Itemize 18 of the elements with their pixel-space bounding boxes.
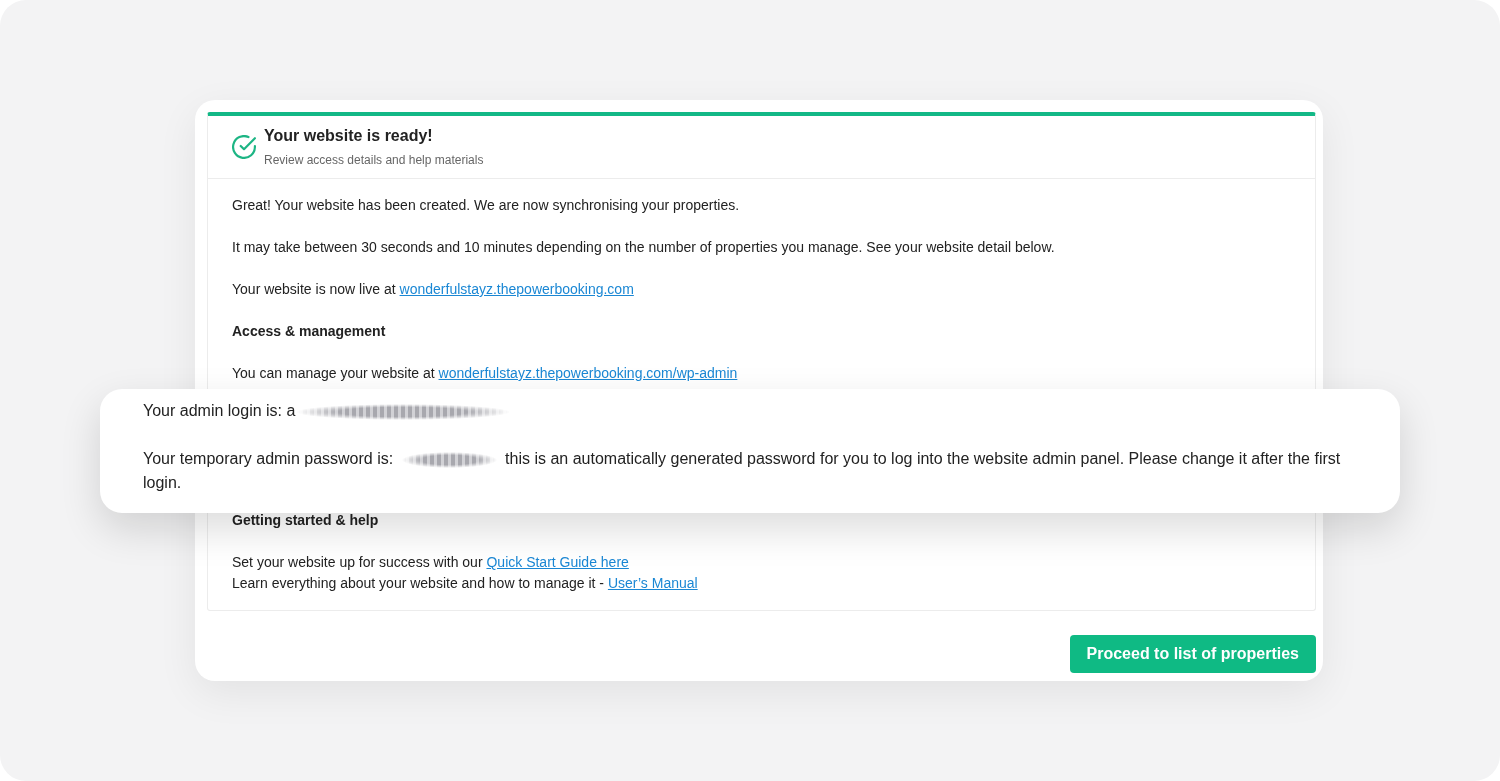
text-link[interactable]: wonderfulstayz.thepowerbooking.com	[399, 281, 634, 297]
text-link[interactable]: User’s Manual	[607, 575, 698, 591]
paragraph-text: Set your website up for success with our Quick Start Guide here	[232, 553, 630, 572]
paragraph-text: It may take between 30 seconds and 10 minutes depending on the number of properties you manage. See your website detail below.	[232, 238, 1056, 257]
text-link[interactable]: Quick Start Guide here	[486, 554, 629, 570]
login-label: Your admin login is: a	[143, 402, 296, 419]
section-heading: Access & management	[232, 322, 387, 341]
paragraph-text: Learn everything about your website and how to manage it - User’s Manual	[232, 574, 699, 593]
section-heading: Getting started & help	[232, 511, 380, 530]
dialog-subtitle: Review access details and help materials	[264, 152, 484, 168]
password-text: Your temporary admin password is: this is an automatically generated password for you to log into the website admin panel. Please change it after the first login.	[143, 449, 1342, 493]
dialog-title: Your website is ready!	[264, 126, 434, 146]
proceed-button[interactable]: Proceed to list of properties	[1069, 635, 1316, 673]
check-circle-icon	[232, 135, 256, 159]
text-link[interactable]: wonderfulstayz.thepowerbooking.com/wp-admin	[438, 365, 738, 381]
paragraph-text: You can manage your website at wonderfulstayz.thepowerbooking.com/wp-admin	[232, 364, 739, 383]
paragraph-text: Great! Your website has been created. We are now synchronising your properties.	[232, 196, 741, 215]
paragraph-text: Your website is now live at wonderfulstayz.thepowerbooking.com	[232, 280, 635, 299]
